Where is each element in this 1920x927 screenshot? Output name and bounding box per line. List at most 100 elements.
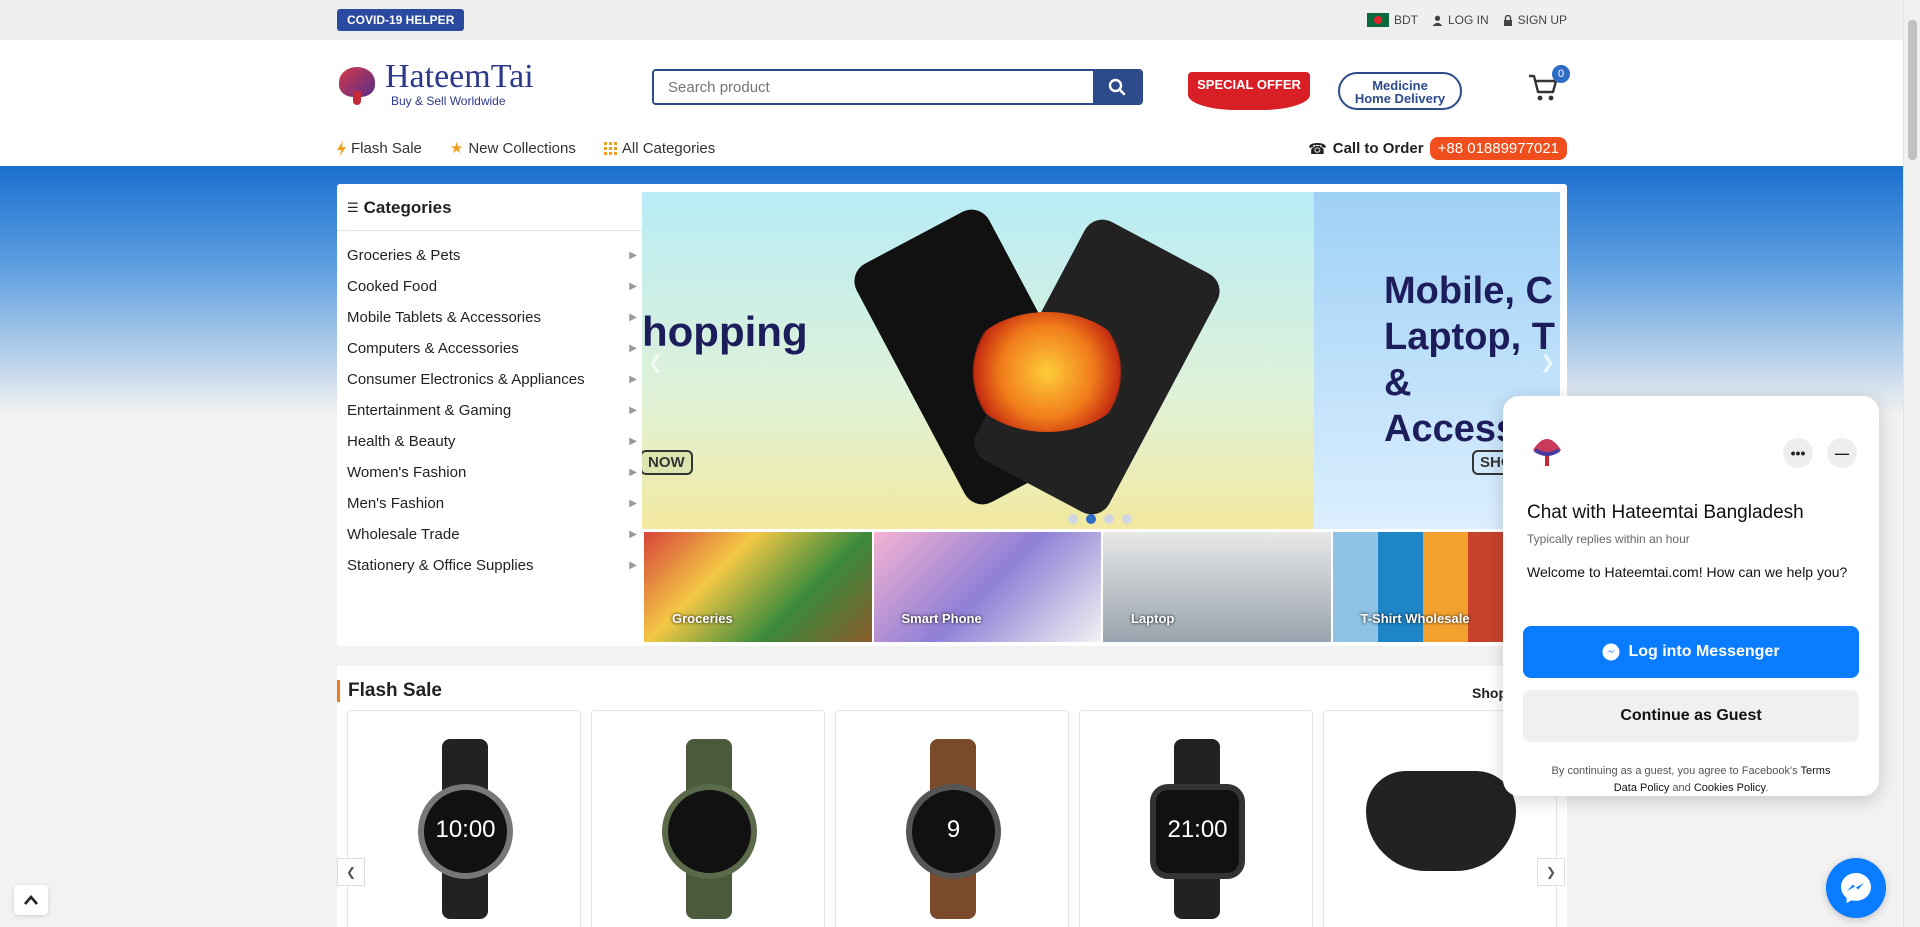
slider-dot[interactable] [1104, 514, 1114, 524]
chevron-right-icon: ▶ [629, 312, 637, 323]
scrollbar-thumb[interactable] [1908, 20, 1917, 160]
category-item[interactable]: Groceries & Pets ▶ [347, 240, 637, 271]
search-button[interactable] [1093, 71, 1141, 103]
headline-line: Laptop, T [1384, 316, 1555, 358]
category-item[interactable]: Women's Fashion ▶ [347, 457, 637, 488]
thumb-groceries[interactable]: Groceries [644, 532, 872, 642]
search-input[interactable] [654, 71, 1093, 103]
motorbike-fire-image [962, 312, 1132, 432]
slider-dot-active[interactable] [1086, 514, 1096, 524]
page-scrollbar[interactable] [1903, 0, 1920, 927]
nav-new-collections-label: New Collections [468, 139, 576, 157]
categories-title: Categories [363, 198, 452, 217]
category-item[interactable]: Wholesale Trade ▶ [347, 519, 637, 550]
category-label: Cooked Food [347, 278, 438, 295]
brand-tagline: Buy & Sell Worldwide [391, 94, 506, 108]
chevron-right-icon: ▶ [629, 374, 637, 385]
chevron-up-icon [24, 895, 38, 905]
terms-link[interactable]: Terms [1801, 765, 1831, 777]
product-card[interactable]: 21:00 [1079, 710, 1313, 927]
carousel-prev-icon[interactable]: ❮ [337, 858, 365, 886]
category-item[interactable]: Cooked Food ▶ [347, 271, 637, 302]
main-nav: Flash Sale ★ New Collections All Categor… [337, 139, 715, 157]
chevron-right-icon: ▶ [629, 529, 637, 540]
cart-button[interactable]: 0 [1528, 65, 1570, 107]
scroll-to-top-button[interactable] [14, 885, 48, 915]
flash-sale-title: Flash Sale [337, 680, 442, 702]
nav-new-collections[interactable]: ★ New Collections [450, 139, 576, 158]
shop-all-link[interactable]: Shop [1472, 685, 1507, 701]
smartwatch-image: 21:00 [1142, 739, 1252, 919]
category-item[interactable]: Men's Fashion ▶ [347, 488, 637, 519]
chevron-right-icon: ▶ [629, 436, 637, 447]
chevron-right-icon: ▶ [629, 343, 637, 354]
category-item[interactable]: Mobile Tablets & Accessories ▶ [347, 302, 637, 333]
cookies-policy-link[interactable]: Cookies Policy [1694, 782, 1765, 794]
thumb-smart-phone[interactable]: Smart Phone [873, 532, 1101, 642]
slider-prev-icon[interactable]: ❮ [648, 352, 663, 373]
phone-number[interactable]: +88 01889977021 [1429, 137, 1567, 160]
category-item[interactable]: Health & Beauty ▶ [347, 426, 637, 457]
medicine-delivery-button[interactable]: Medicine Home Delivery [1338, 72, 1462, 110]
category-label: Consumer Electronics & Appliances [347, 371, 585, 388]
cart-count-badge: 0 [1552, 65, 1570, 83]
product-card[interactable] [591, 710, 825, 927]
covid-helper-button[interactable]: COVID-19 HELPER [337, 9, 465, 31]
call-label: Call to Order [1332, 140, 1424, 157]
chevron-right-icon: ▶ [629, 467, 637, 478]
product-card[interactable]: 9 [835, 710, 1069, 927]
lock-icon [1503, 14, 1512, 26]
watch-face-time: 10:00 [418, 784, 513, 879]
categories-heading: ☰ Categories [347, 198, 452, 218]
minimize-icon[interactable]: — [1827, 438, 1857, 468]
chat-welcome-message: Welcome to Hateemtai.com! How can we hel… [1527, 564, 1848, 580]
data-policy-link[interactable]: Data Policy [1614, 782, 1670, 794]
nav-flash-sale-label: Flash Sale [351, 139, 422, 157]
shop-now-button[interactable]: NOW [642, 450, 693, 475]
category-item[interactable]: Computers & Accessories ▶ [347, 333, 637, 364]
thumb-label: T-Shirt Wholesale [1360, 611, 1470, 626]
log-into-messenger-button[interactable]: Log into Messenger [1523, 626, 1859, 678]
site-logo[interactable]: HateemTai Buy & Sell Worldwide [337, 60, 534, 108]
thumb-laptop[interactable]: Laptop [1103, 532, 1331, 642]
continue-as-guest-button[interactable]: Continue as Guest [1523, 690, 1859, 742]
messenger-launcher-button[interactable] [1826, 858, 1886, 918]
face-mask-image [1366, 771, 1516, 871]
category-label: Groceries & Pets [347, 247, 461, 264]
special-offer-badge[interactable]: SPECIAL OFFER [1188, 72, 1310, 110]
category-label: Women's Fashion [347, 464, 467, 481]
medicine-line2: Home Delivery [1354, 91, 1446, 106]
search-bar [652, 69, 1143, 105]
nav-flash-sale[interactable]: Flash Sale [337, 139, 422, 157]
top-links: BDT LOG IN SIGN UP [1366, 13, 1567, 27]
legal-prefix: By continuing as a guest, you agree to F… [1551, 765, 1798, 777]
watch-face-number: 9 [906, 784, 1001, 879]
slider-dot[interactable] [1068, 514, 1078, 524]
category-label: Entertainment & Gaming [347, 402, 512, 419]
hero-panel: ☰ Categories Groceries & Pets ▶ Cooked Fo… [337, 184, 1567, 646]
slider-next-icon[interactable]: ❯ [1540, 352, 1555, 373]
category-item[interactable]: Consumer Electronics & Appliances ▶ [347, 364, 637, 395]
chevron-right-icon: ▶ [629, 405, 637, 416]
category-item[interactable]: Stationery & Office Supplies ▶ [347, 550, 637, 581]
category-item[interactable]: Entertainment & Gaming ▶ [347, 395, 637, 426]
product-card[interactable]: 10:00 [347, 710, 581, 927]
carousel-next-icon[interactable]: ❯ [1537, 858, 1565, 886]
signup-link[interactable]: SIGN UP [1503, 13, 1567, 27]
category-thumbnails: Groceries Smart Phone Laptop T-Shirt Who… [644, 532, 1560, 642]
nav-all-categories[interactable]: All Categories [603, 139, 715, 157]
legal-and: and [1672, 782, 1691, 794]
category-label: Wholesale Trade [347, 526, 460, 543]
category-label: Stationery & Office Supplies [347, 557, 534, 574]
smartwatch-image [654, 739, 764, 919]
search-icon [1108, 78, 1126, 96]
flash-sale-section: Flash Sale Shop 10:00 9 21:00 [337, 666, 1567, 927]
banner-slider[interactable]: hopping NOW Mobile, C Laptop, T & Access… [642, 192, 1560, 529]
signup-label: SIGN UP [1517, 13, 1567, 27]
currency-label: BDT [1393, 13, 1418, 27]
login-link[interactable]: LOG IN [1432, 13, 1489, 27]
slider-dot[interactable] [1122, 514, 1132, 524]
more-options-icon[interactable]: ••• [1783, 438, 1813, 468]
currency-selector[interactable]: BDT [1366, 13, 1418, 27]
messenger-icon [1602, 643, 1620, 661]
